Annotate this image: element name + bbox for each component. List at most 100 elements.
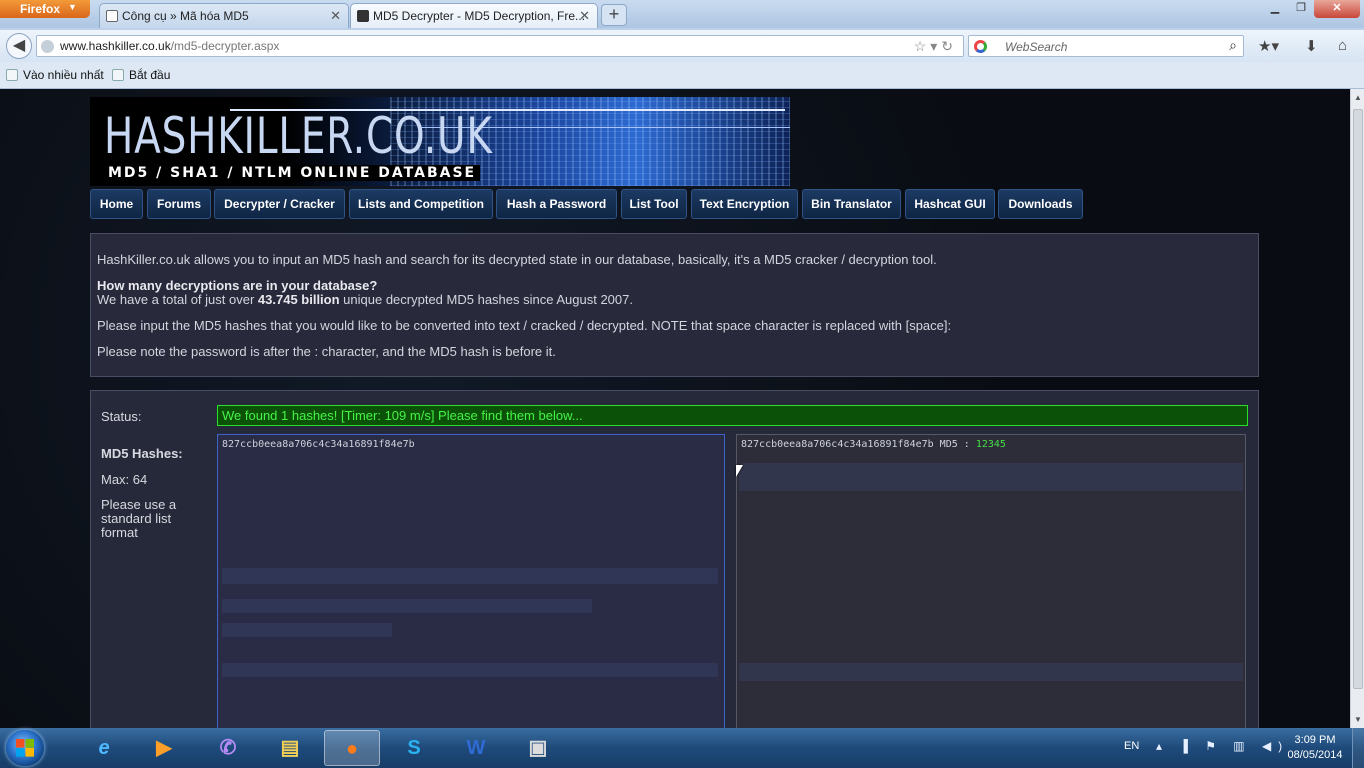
url-path: /md5-decrypter.aspx [170, 39, 280, 53]
close-icon[interactable]: ✕ [579, 8, 590, 24]
max-label: Max: 64 [101, 472, 148, 487]
menu-forums[interactable]: Forums [147, 189, 211, 219]
menu-home[interactable]: Home [90, 189, 143, 219]
bookmark-icon [6, 69, 18, 81]
clock-date: 08/05/2014 [1287, 749, 1343, 761]
chevron-down-icon: ▼ [68, 2, 77, 12]
new-tab-button[interactable]: + [601, 4, 627, 26]
site-logo: HASHKILLER.CO.UK [104, 107, 493, 165]
maximize-button[interactable]: ❐ [1288, 0, 1314, 18]
scroll-down-icon[interactable]: ▼ [1354, 715, 1362, 724]
web-page: HASHKILLER.CO.UK MD5 / SHA1 / NTLM ONLIN… [0, 89, 1350, 728]
internet-explorer-icon[interactable]: e [76, 730, 132, 766]
decrypt-form: Status: We found 1 hashes! [Timer: 109 m… [90, 390, 1259, 728]
url-text: www.hashkiller.co.uk/md5-decrypter.aspx [60, 39, 279, 53]
menu-bin-translator[interactable]: Bin Translator [802, 189, 901, 219]
db-total: We have a total of just over 43.745 bill… [97, 292, 633, 307]
firefox-menu-label: Firefox [20, 2, 61, 16]
format-hint: Please use a standard list format [101, 497, 177, 540]
file-explorer-icon[interactable]: ▤ [262, 730, 318, 766]
menu-decrypter-cracker[interactable]: Decrypter / Cracker [214, 189, 345, 219]
bookmark-most-visited[interactable]: Vào nhiều nhất [6, 68, 104, 82]
media-player-icon[interactable]: ▶ [136, 730, 192, 766]
minimize-button[interactable]: ▁ [1262, 0, 1288, 18]
db-question-text: How many decryptions are in your databas… [97, 278, 378, 293]
tab-bar: Firefox ▼ Công cụ » Mã hóa MD5 ✕ MD5 Decr… [0, 0, 1364, 28]
bookmark-star-icon[interactable]: ☆▾↻ [914, 38, 957, 55]
firefox-icon[interactable]: ● [324, 730, 380, 766]
menu-text-encryption[interactable]: Text Encryption [691, 189, 798, 219]
system-tray: EN ▴ ▐ ⚑ ▥ ◀) 3:09 PM 08/05/2014 [1110, 728, 1364, 768]
output-hash: 827ccb0eea8a706c4c34a16891f84e7b MD5 : [741, 439, 976, 450]
page-icon [112, 69, 124, 81]
navigation-toolbar: ◀ www.hashkiller.co.uk/md5-decrypter.asp… [0, 30, 1364, 62]
tab-cong-cu[interactable]: Công cụ » Mã hóa MD5 ✕ [99, 3, 349, 28]
tab-title: Công cụ » Mã hóa MD5 [122, 9, 249, 23]
close-icon[interactable]: ✕ [330, 8, 341, 24]
menu-hash-password[interactable]: Hash a Password [496, 189, 617, 219]
bookmarks-toolbar: Vào nhiều nhất Bắt đầu [0, 62, 1364, 89]
search-bar[interactable]: WebSearch ⌕ [968, 35, 1244, 57]
ghost-artifact [739, 463, 1243, 491]
menu-lists-competition[interactable]: Lists and Competition [349, 189, 493, 219]
output-plaintext: 12345 [975, 439, 1006, 450]
back-button[interactable]: ◀ [6, 33, 32, 59]
bookmark-label: Bắt đầu [129, 68, 171, 82]
clock-time: 3:09 PM [1294, 734, 1336, 746]
tab-title: MD5 Decrypter - MD5 Decryption, Fre... [373, 9, 586, 23]
input-value: 827ccb0eea8a706c4c34a16891f84e7b [222, 439, 415, 450]
info-panel: HashKiller.co.uk allows you to input an … [90, 233, 1259, 377]
bookmarks-menu-icon[interactable]: ★▾ [1258, 37, 1279, 55]
windows-taskbar: e ▶ ✆ ▤ ● S W ▣ EN ▴ ▐ ⚑ ▥ ◀) 3:09 PM 08… [0, 728, 1364, 768]
db-total-value: 43.745 billion [257, 292, 340, 307]
download-icon[interactable]: ⬇ [1305, 37, 1318, 55]
status-message: We found 1 hashes! [Timer: 109 m/s] Plea… [217, 405, 1248, 426]
bookmark-getting-started[interactable]: Bắt đầu [112, 68, 170, 82]
screen-recorder-icon[interactable]: ▣ [510, 730, 566, 766]
db-question: How many decryptions are in your databas… [97, 278, 377, 293]
word-icon[interactable]: W [448, 730, 504, 766]
ghost-artifact [222, 599, 592, 613]
site-tagline: MD5 / SHA1 / NTLM ONLINE DATABASE [104, 165, 481, 181]
password-note: Please note the password is after the : … [97, 344, 556, 359]
results-textarea[interactable]: 827ccb0eea8a706c4c34a16891f84e7b MD5 : 1… [736, 434, 1246, 728]
vertical-scrollbar[interactable]: ▲ ▼ [1350, 89, 1364, 728]
show-desktop-button[interactable] [1352, 728, 1364, 768]
scroll-thumb[interactable] [1353, 109, 1363, 689]
md5-input-textarea[interactable]: 827ccb0eea8a706c4c34a16891f84e7b [217, 434, 725, 728]
search-icon[interactable]: ⌕ [1229, 37, 1237, 54]
google-icon [974, 40, 987, 53]
site-favicon-icon [357, 10, 369, 22]
db-total-suffix: unique decrypted MD5 hashes since August… [339, 292, 633, 307]
clock[interactable]: 3:09 PM 08/05/2014 [1280, 733, 1350, 763]
globe-icon [41, 40, 54, 53]
tab-md5-decrypter[interactable]: MD5 Decrypter - MD5 Decryption, Fre... ✕ [350, 3, 598, 28]
intro-text: HashKiller.co.uk allows you to input an … [97, 252, 937, 267]
bookmark-label: Vào nhiều nhất [23, 68, 104, 82]
close-window-button[interactable]: ✕ [1314, 0, 1360, 18]
page-icon [106, 10, 118, 22]
firefox-menu-button[interactable]: Firefox ▼ [0, 0, 90, 18]
scroll-up-icon[interactable]: ▲ [1354, 93, 1362, 102]
menu-hashcat-gui[interactable]: Hashcat GUI [905, 189, 995, 219]
search-placeholder: WebSearch [1005, 40, 1068, 54]
skype-icon[interactable]: S [386, 730, 442, 766]
menu-list-tool[interactable]: List Tool [621, 189, 687, 219]
browser-chrome: Firefox ▼ Công cụ » Mã hóa MD5 ✕ MD5 Decr… [0, 0, 1364, 89]
url-host: www.hashkiller.co.uk [60, 39, 171, 53]
menu-downloads[interactable]: Downloads [998, 189, 1083, 219]
home-icon[interactable]: ⌂ [1338, 37, 1347, 54]
address-bar[interactable]: www.hashkiller.co.uk/md5-decrypter.aspx … [36, 35, 964, 57]
tray-icons[interactable]: ▴ ▐ ⚑ ▥ ◀) [1156, 739, 1289, 753]
ghost-artifact [739, 663, 1243, 681]
site-banner[interactable]: HASHKILLER.CO.UK MD5 / SHA1 / NTLM ONLIN… [90, 97, 790, 186]
ghost-artifact [222, 568, 718, 584]
ghost-artifact [222, 623, 392, 637]
language-indicator[interactable]: EN [1124, 740, 1139, 752]
start-button[interactable] [6, 730, 44, 766]
md5-hashes-label: MD5 Hashes: [101, 446, 183, 461]
viber-icon[interactable]: ✆ [200, 730, 256, 766]
mouse-cursor-icon [736, 465, 743, 477]
windows-logo-icon [16, 739, 34, 757]
instruction-text: Please input the MD5 hashes that you wou… [97, 318, 952, 333]
